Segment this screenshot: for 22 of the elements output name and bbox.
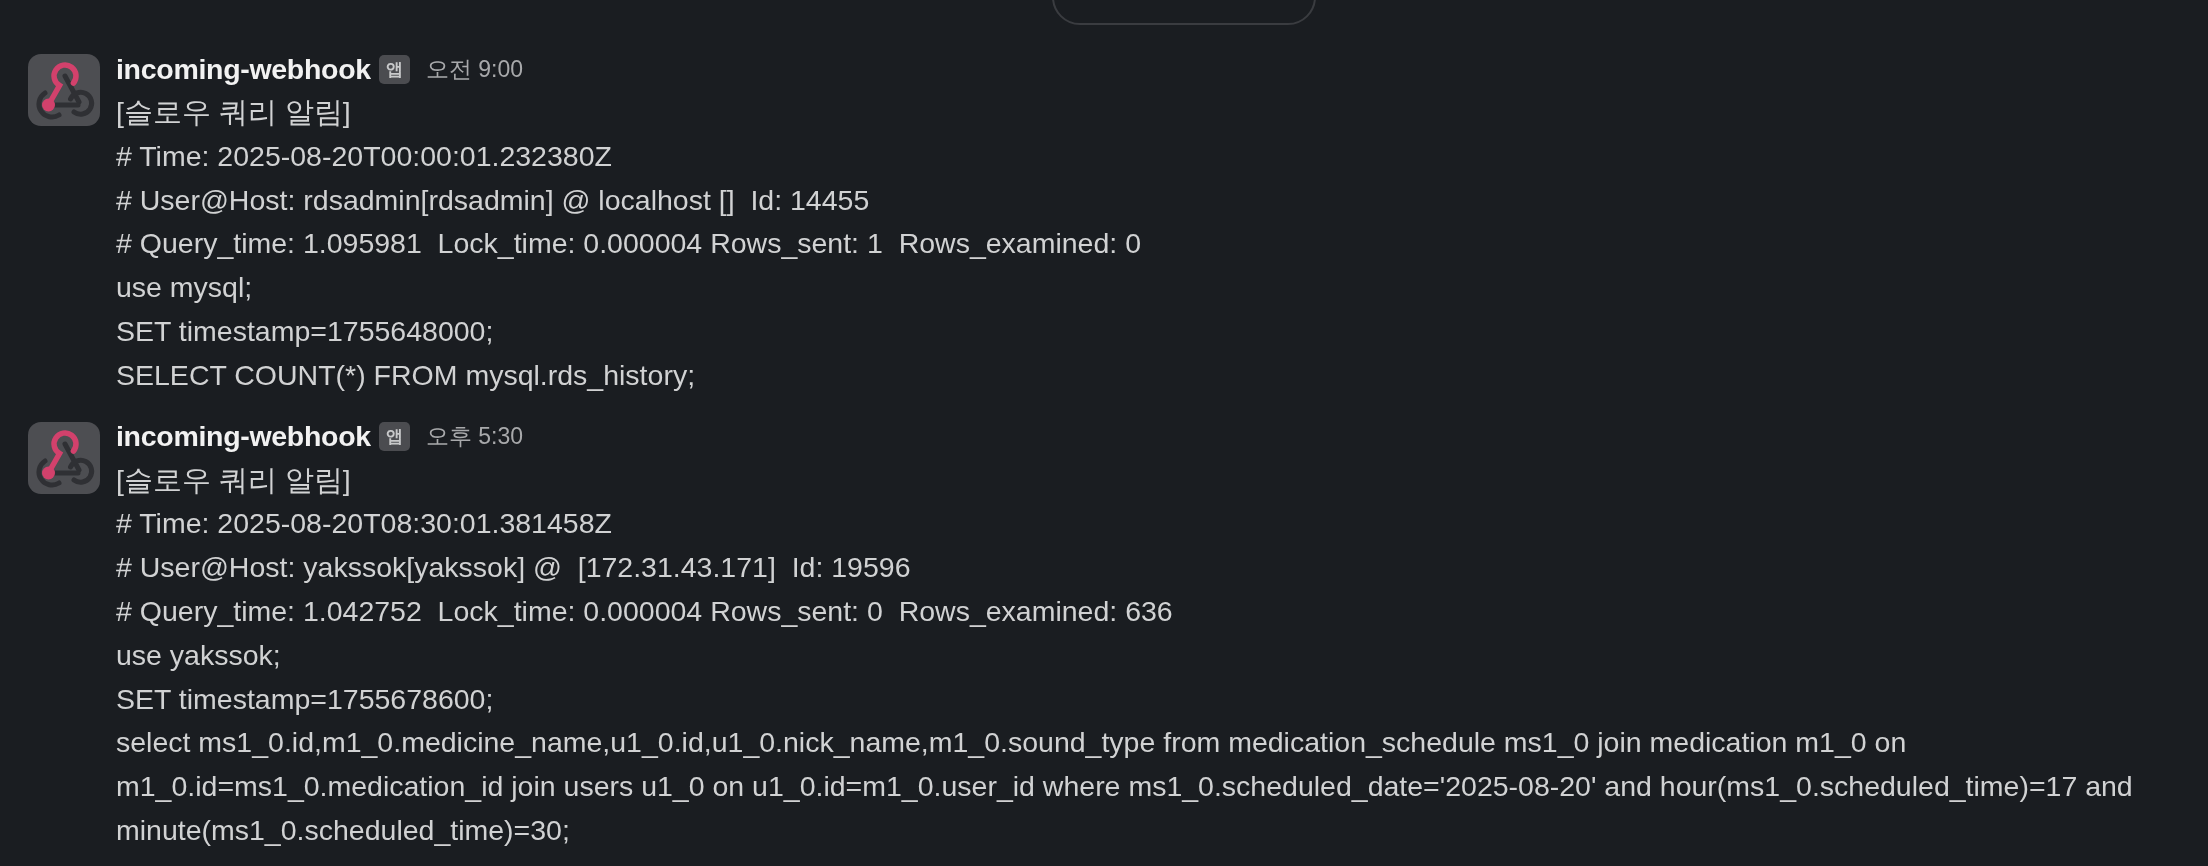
message-line: [슬로우 쿼리 알림] [116, 462, 352, 498]
message-line: use mysql; [116, 270, 254, 306]
message-line: # Time: 2025-08-20T00:00:01.232380Z [116, 138, 613, 174]
message-line: # Query_time: 1.095981 Lock_time: 0.000004 Rows_sent: 1 Rows_examined: 0 [116, 226, 1142, 262]
message-line: # Time: 2025-08-20T08:30:01.381458Z [116, 506, 613, 542]
sender-name[interactable]: incoming-webhook [116, 52, 371, 86]
message-time[interactable]: 오전 9:00 [425, 53, 523, 85]
message-line: # User@Host: yakssok[yakssok] @ [172.31.43.171] Id: 19596 [116, 550, 912, 586]
message-line: select ms1_0.id,m1_0.medicine_name,u1_0.id,u1_0.nick_name,m1_0.sound_type from medication_schedule ms1_0 join medication m1_0 on m1_0.id=ms1_0.medication_id join users u1_0 on u1_0.id=m1_0.user_id where ms1_0.scheduled_date='2025-08-20' and hour(ms1_0.scheduled_time)=17 and minute(ms1_0.scheduled_time)=30; [116, 725, 2134, 848]
message-line: SELECT COUNT(*) FROM mysql.rds_history; [116, 357, 697, 393]
sender-name[interactable]: incoming-webhook [116, 420, 371, 454]
message-line: SET timestamp=1755648000; [116, 314, 495, 349]
message-line: # User@Host: rdsadmin[rdsadmin] @ localhost [] Id: 14455 [116, 182, 871, 218]
message-line: use yakssok; [116, 637, 282, 673]
message-line: [슬로우 쿼리 알림] [116, 95, 352, 130]
message-time[interactable]: 오후 5:30 [425, 421, 523, 453]
message-line: SET timestamp=1755678600; [116, 681, 495, 717]
message-line: # Query_time: 1.042752 Lock_time: 0.000004 Rows_sent: 0 Rows_examined: 636 [116, 593, 1174, 629]
webhook-avatar-icon[interactable] [28, 421, 100, 494]
app-badge: 앱 [378, 54, 410, 84]
webhook-avatar-icon[interactable] [28, 54, 100, 126]
app-badge: 앱 [378, 422, 410, 452]
